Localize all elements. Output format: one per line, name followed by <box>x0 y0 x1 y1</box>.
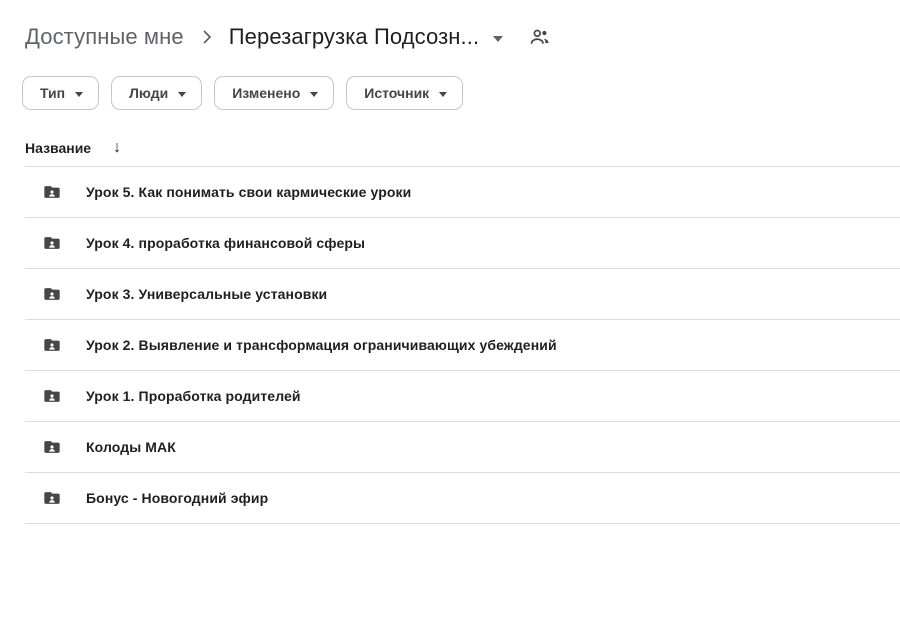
folder-name: Урок 4. проработка финансовой сферы <box>86 235 365 251</box>
folder-row[interactable]: Урок 1. Проработка родителей <box>25 371 900 422</box>
breadcrumb: Доступные мне Перезагрузка Подсозн... <box>25 22 875 52</box>
shared-folder-icon <box>42 437 62 457</box>
folder-name: Урок 1. Проработка родителей <box>86 388 301 404</box>
caret-down-icon <box>493 36 503 42</box>
filter-bar: Тип Люди Изменено Источник <box>22 76 900 110</box>
folder-row[interactable]: Урок 4. проработка финансовой сферы <box>25 218 900 269</box>
filter-chip-label: Тип <box>40 85 65 101</box>
shared-folder-icon <box>42 182 62 202</box>
caret-down-icon <box>310 92 318 97</box>
caret-down-icon <box>178 92 186 97</box>
folder-row[interactable]: Урок 2. Выявление и трансформация ограни… <box>25 320 900 371</box>
filter-chip-modified[interactable]: Изменено <box>214 76 334 110</box>
folder-row[interactable]: Урок 5. Как понимать свои кармические ур… <box>25 167 900 218</box>
folder-row[interactable]: Урок 3. Универсальные установки <box>25 269 900 320</box>
folder-list: Урок 5. Как понимать свои кармические ур… <box>25 166 900 524</box>
breadcrumb-shared-with-me[interactable]: Доступные мне <box>25 24 184 50</box>
folder-name: Урок 3. Универсальные установки <box>86 286 327 302</box>
folder-name: Бонус - Новогодний эфир <box>86 490 268 506</box>
caret-down-icon <box>75 92 83 97</box>
sort-descending-icon[interactable]: ↓ <box>113 139 121 157</box>
shared-folder-icon <box>42 284 62 304</box>
shared-folder-icon <box>42 386 62 406</box>
column-header-name[interactable]: Название <box>25 140 91 156</box>
filter-chip-type[interactable]: Тип <box>22 76 99 110</box>
folder-name: Колоды МАК <box>86 439 176 455</box>
caret-down-icon <box>439 92 447 97</box>
shared-folder-icon <box>42 488 62 508</box>
filter-chip-label: Источник <box>364 85 429 101</box>
people-icon[interactable] <box>529 26 551 48</box>
folder-row[interactable]: Бонус - Новогодний эфир <box>25 473 900 524</box>
page-title: Перезагрузка Подсозн... <box>229 24 479 50</box>
folder-name: Урок 2. Выявление и трансформация ограни… <box>86 337 557 353</box>
folder-name: Урок 5. Как понимать свои кармические ур… <box>86 184 411 200</box>
shared-folder-icon <box>42 335 62 355</box>
folder-row[interactable]: Колоды МАК <box>25 422 900 473</box>
shared-folder-icon <box>42 233 62 253</box>
breadcrumb-current-folder[interactable]: Перезагрузка Подсозн... <box>229 24 503 50</box>
chevron-right-icon <box>202 29 213 45</box>
list-header: Название ↓ <box>25 130 900 166</box>
filter-chip-label: Изменено <box>232 85 300 101</box>
filter-chip-people[interactable]: Люди <box>111 76 202 110</box>
filter-chip-label: Люди <box>129 85 168 101</box>
filter-chip-source[interactable]: Источник <box>346 76 463 110</box>
